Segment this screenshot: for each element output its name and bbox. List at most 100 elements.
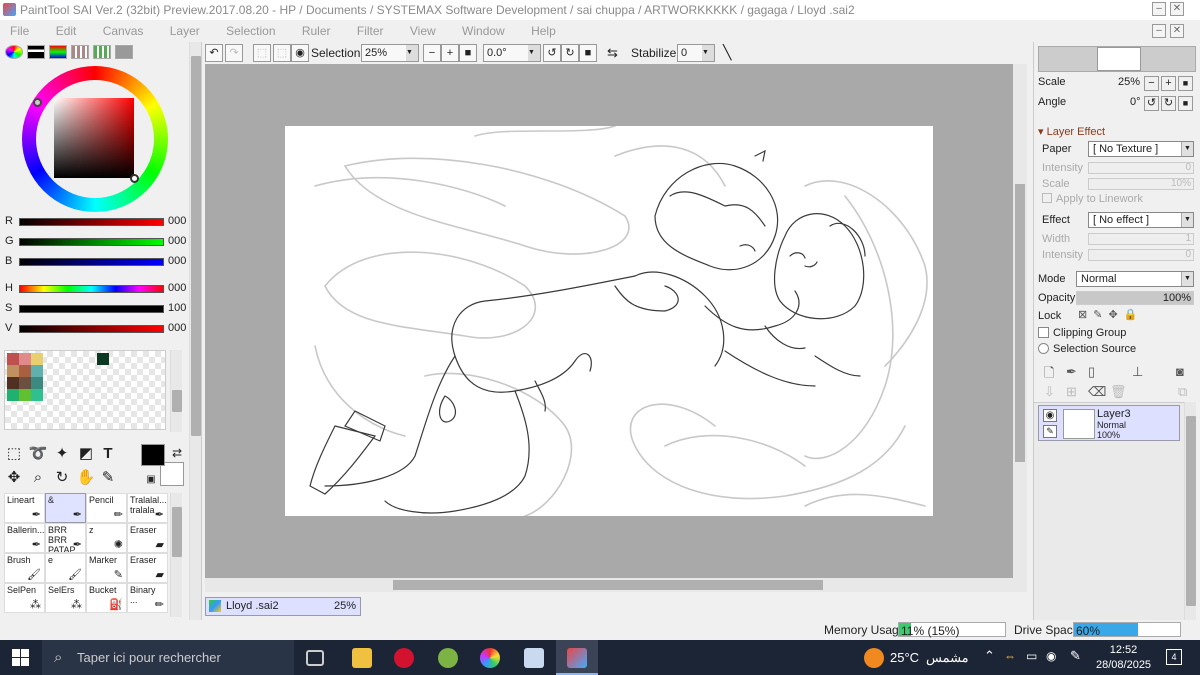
palette-tab[interactable]: [93, 45, 111, 59]
clipping-group-checkbox[interactable]: Clipping Group: [1038, 327, 1126, 339]
brush-slot[interactable]: Brush 🖌: [4, 553, 45, 583]
sai-taskbar-button[interactable]: [556, 640, 598, 675]
sv-marker[interactable]: [130, 174, 139, 183]
value-slider[interactable]: V 000: [5, 322, 195, 336]
left-panel-scrollbar[interactable]: [189, 42, 201, 620]
canvas-viewport[interactable]: [205, 64, 1013, 578]
lock-all-icon[interactable]: 🔒: [1124, 308, 1138, 321]
zoom-icon[interactable]: ⌕: [28, 468, 48, 488]
opacity-slider[interactable]: 100%: [1076, 291, 1194, 305]
doc-minimize-icon[interactable]: –: [1152, 24, 1166, 38]
new-folder-icon[interactable]: ▯: [1088, 364, 1095, 380]
green-slider[interactable]: G 000: [5, 235, 195, 249]
ruler-layer-icon[interactable]: ⊥: [1132, 364, 1143, 380]
nav-zoom-reset-icon[interactable]: ■: [1178, 76, 1193, 91]
minimize-icon[interactable]: –: [1152, 2, 1166, 16]
show-selection-icon[interactable]: ◉: [291, 44, 309, 62]
delete-layer-icon[interactable]: 🗑: [1110, 384, 1127, 400]
apply-linework-checkbox[interactable]: Apply to Linework: [1042, 193, 1143, 205]
red-slider[interactable]: R 000: [5, 215, 195, 229]
nav-rotate-cw-icon[interactable]: ↻: [1161, 96, 1176, 111]
tray-chevron-icon[interactable]: ⌃: [984, 648, 995, 664]
brush-slot[interactable]: Bucket ⛽: [86, 583, 127, 613]
drawing-canvas[interactable]: [285, 126, 933, 516]
invert-selection-icon[interactable]: ⬚: [273, 44, 291, 62]
lock-move-icon[interactable]: ✥: [1108, 308, 1117, 321]
file-explorer-icon[interactable]: [352, 648, 372, 668]
swap-colors-icon[interactable]: ⇄: [167, 443, 187, 463]
menu-help[interactable]: Help: [531, 24, 556, 38]
rotation-select[interactable]: 0.0° ▼: [483, 44, 541, 62]
scratchpad-tab[interactable]: [115, 45, 133, 59]
layer-option-icon[interactable]: ⧉: [1178, 384, 1187, 400]
layer-paint-icon[interactable]: ✎: [1043, 425, 1057, 438]
color-app-icon[interactable]: [480, 648, 500, 668]
menu-selection[interactable]: Selection: [226, 24, 275, 38]
pen-menu-icon[interactable]: ✎: [1070, 648, 1081, 664]
lock-transparency-icon[interactable]: ⊠: [1078, 308, 1087, 321]
nav-zoom-in-icon[interactable]: +: [1161, 76, 1176, 91]
move-icon[interactable]: ✥: [4, 468, 24, 488]
brush-slot[interactable]: Eraser ▰: [127, 553, 168, 583]
swatch-tab[interactable]: [71, 45, 89, 59]
menu-edit[interactable]: Edit: [56, 24, 77, 38]
color-swatch[interactable]: [97, 353, 109, 365]
color-swatch[interactable]: [19, 389, 31, 401]
paper-scale-slider[interactable]: 10%: [1088, 178, 1194, 190]
nav-rotate-reset-icon[interactable]: ■: [1178, 96, 1193, 111]
rotate-ccw-icon[interactable]: ↺: [543, 44, 561, 62]
brush-slot[interactable]: & ✒: [45, 493, 86, 523]
brush-slot[interactable]: Marker ✎: [86, 553, 127, 583]
doc-close-icon[interactable]: ✕: [1170, 24, 1184, 38]
foreground-color[interactable]: [141, 444, 165, 466]
menu-window[interactable]: Window: [462, 24, 505, 38]
weather-temp[interactable]: 25°C: [890, 650, 919, 665]
lasso-icon[interactable]: ➰: [28, 444, 48, 464]
nav-rotate-ccw-icon[interactable]: ↺: [1144, 96, 1159, 111]
brush-slot[interactable]: SelPen ⁂: [4, 583, 45, 613]
rotate-reset-icon[interactable]: ■: [579, 44, 597, 62]
layer-effect-header[interactable]: ▾ Layer Effect: [1038, 125, 1105, 138]
saturation-value-square[interactable]: [54, 98, 139, 183]
transfer-down-icon[interactable]: ⇩: [1044, 384, 1055, 400]
paper-intensity-slider[interactable]: 0: [1088, 162, 1194, 174]
app-globe-icon[interactable]: [438, 648, 458, 668]
brush-slot[interactable]: Lineart ✒: [4, 493, 45, 523]
blue-slider[interactable]: B 000: [5, 255, 195, 269]
brush-slot[interactable]: e 🖌: [45, 553, 86, 583]
battery-icon[interactable]: ▭: [1026, 649, 1037, 663]
rotate-cw-icon[interactable]: ↻: [561, 44, 579, 62]
notepad-icon[interactable]: [524, 648, 544, 668]
brush-slot[interactable]: z ✺: [86, 523, 127, 553]
brush-slot[interactable]: SelErs ⁂: [45, 583, 86, 613]
zoom-out-icon[interactable]: −: [423, 44, 441, 62]
weather-icon[interactable]: [864, 648, 884, 668]
menu-filter[interactable]: Filter: [357, 24, 384, 38]
brush-slot[interactable]: Eraser ▰: [127, 523, 168, 553]
taskbar-clock[interactable]: 12:52 28/08/2025: [1096, 643, 1151, 673]
color-swatch[interactable]: [19, 353, 31, 365]
stabilizer-select[interactable]: 0 ▼: [677, 44, 715, 62]
brush-slot[interactable]: Ballerin... ✒: [4, 523, 45, 553]
zoom-select[interactable]: 25% ▼: [361, 44, 419, 62]
hue-marker[interactable]: [33, 98, 42, 107]
color-swatch[interactable]: [31, 377, 43, 389]
zoom-in-icon[interactable]: +: [441, 44, 459, 62]
paper-select[interactable]: [ No Texture ] ▼: [1088, 141, 1194, 157]
merge-down-icon[interactable]: ⊞: [1066, 384, 1077, 400]
windows-start-icon[interactable]: [12, 649, 29, 666]
document-tab[interactable]: Lloyd .sai2 25%: [205, 597, 361, 616]
color-swatch[interactable]: [7, 389, 19, 401]
mask-layer-icon[interactable]: ◙: [1176, 364, 1184, 379]
color-wheel-tab[interactable]: [5, 45, 23, 59]
menu-canvas[interactable]: Canvas: [103, 24, 144, 38]
layer-select-icon[interactable]: ◩: [76, 444, 96, 464]
menu-ruler[interactable]: Ruler: [302, 24, 331, 38]
brush-slot[interactable]: Pencil ✏: [86, 493, 127, 523]
color-swatch[interactable]: [31, 365, 43, 377]
undo-icon[interactable]: ↶: [205, 44, 223, 62]
eyedropper-icon[interactable]: ✎: [98, 468, 118, 488]
color-swatch[interactable]: [31, 389, 43, 401]
effect-select[interactable]: [ No effect ] ▼: [1088, 212, 1194, 228]
color-swatch[interactable]: [19, 365, 31, 377]
